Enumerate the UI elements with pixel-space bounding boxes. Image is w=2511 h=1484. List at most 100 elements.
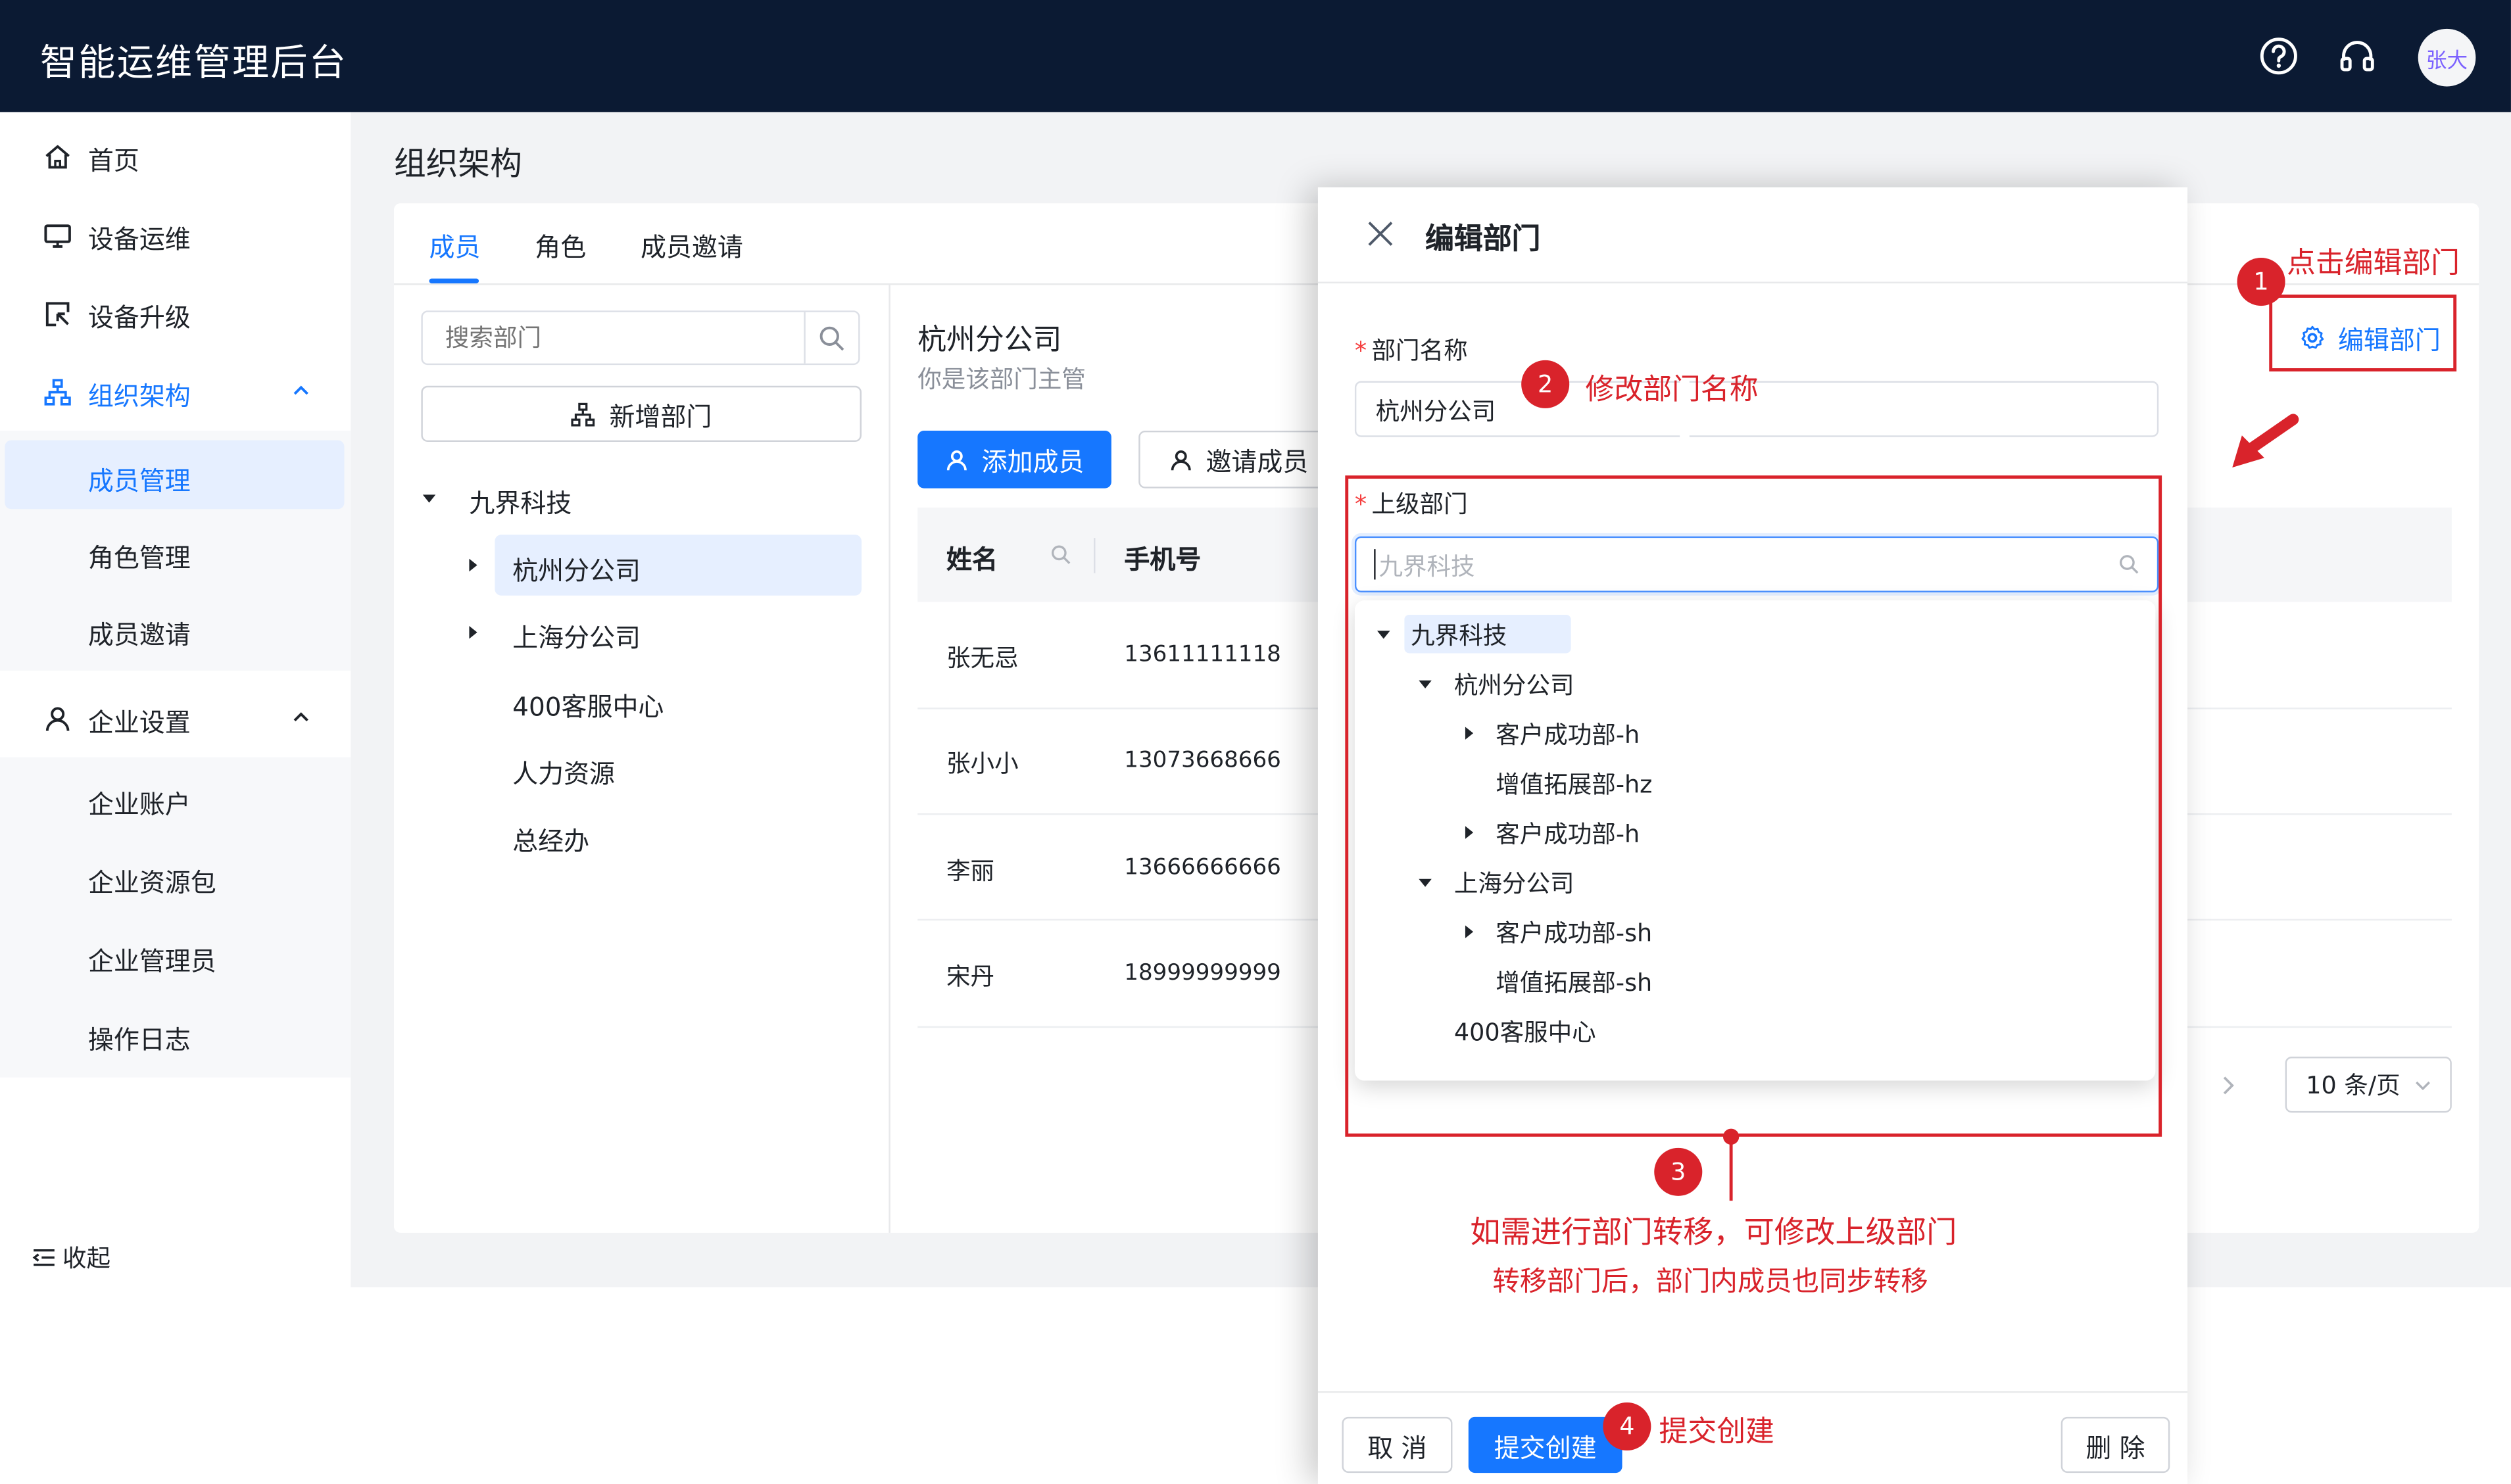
sidebar-item-enterprise-account[interactable]: 企业账户	[0, 762, 351, 839]
sidebar-item-label: 设备升级	[87, 302, 191, 333]
add-member-button[interactable]: 添加成员	[917, 430, 1111, 489]
sidebar-item-label: 首页	[87, 145, 139, 176]
annotation-arrow-icon	[2229, 413, 2299, 474]
annotation-text: 如需进行部门转移，可修改上级部门	[1470, 1215, 1957, 1251]
member-name: 张小小	[946, 749, 1019, 778]
sidebar-item-label: 企业资源包	[87, 867, 216, 898]
help-circle-icon[interactable]	[2258, 36, 2299, 77]
collapse-label: 收起	[62, 1243, 111, 1273]
tree-node-root[interactable]: 九界科技	[469, 482, 572, 520]
org-chart-icon	[571, 401, 597, 427]
monitor-icon	[43, 221, 72, 250]
col-divider	[1094, 538, 1096, 573]
caret-down-icon[interactable]	[421, 490, 437, 506]
annotation-badge: 3	[1654, 1147, 1703, 1196]
headset-icon[interactable]	[2337, 36, 2378, 77]
member-phone: 18999999999	[1124, 960, 1281, 986]
search-divider	[804, 312, 806, 364]
tree-node-shanghai[interactable]: 上海分公司	[512, 616, 641, 654]
member-phone: 13073668666	[1124, 748, 1281, 774]
cancel-button[interactable]: 取 消	[1342, 1416, 1453, 1473]
search-icon[interactable]	[818, 325, 845, 352]
annotation-highlight-box	[1345, 475, 2162, 1137]
sidebar-item-label: 企业管理员	[87, 946, 216, 977]
sidebar-item-label: 设备运维	[87, 224, 191, 255]
annotation-badge: 4	[1603, 1402, 1651, 1451]
sidebar-item-label: 成员邀请	[87, 619, 191, 650]
sidebar-item-device-upgrade[interactable]: 设备升级	[0, 274, 351, 350]
dept-heading: 杭州分公司	[917, 323, 1062, 357]
member-name: 张无忌	[946, 643, 1019, 673]
dept-search	[421, 310, 860, 366]
delete-button[interactable]: 删 除	[2060, 1416, 2170, 1473]
dept-search-input[interactable]	[442, 322, 801, 354]
drawer-header-divider	[1317, 281, 2188, 283]
user-icon	[945, 448, 969, 472]
edit-dept-button[interactable]: 编辑部门	[2300, 319, 2441, 357]
upgrade-icon	[43, 299, 72, 328]
close-icon[interactable]	[1366, 220, 1395, 249]
panel-divider	[889, 285, 890, 1233]
collapse-button[interactable]: 收起	[32, 1241, 110, 1274]
page-size-value: 10 条/页	[2306, 1070, 2401, 1100]
annotation-text: 提交创建	[1659, 1415, 1774, 1449]
invite-member-label: 邀请成员	[1206, 446, 1309, 477]
tree-node-service-center[interactable]: 400客服中心	[512, 685, 664, 723]
add-member-label: 添加成员	[981, 446, 1085, 477]
sidebar-item-resource-pack[interactable]: 企业资源包	[0, 840, 351, 917]
chevron-up-icon	[290, 706, 312, 729]
sidebar-item-org[interactable]: 组织架构	[0, 352, 351, 429]
annotation-badge: 2	[1521, 360, 1570, 408]
sidebar-item-label: 成员管理	[87, 466, 191, 496]
submit-button[interactable]: 提交创建	[1468, 1416, 1622, 1473]
search-icon[interactable]	[1050, 544, 1071, 565]
org-submenu: 成员管理 角色管理 成员邀请	[0, 430, 351, 671]
sidebar-item-member-invite[interactable]: 成员邀请	[0, 592, 351, 669]
col-header-name: 姓名	[946, 544, 998, 575]
sidebar-item-device-ops[interactable]: 设备运维	[0, 195, 351, 272]
tab-roles[interactable]: 角色	[535, 226, 586, 264]
chevron-up-icon	[290, 379, 312, 402]
chevron-right-icon[interactable]	[2220, 1074, 2239, 1097]
sidebar-item-enterprise[interactable]: 企业设置	[0, 679, 351, 755]
org-chart-icon	[43, 378, 72, 407]
page-size-select[interactable]: 10 条/页	[2285, 1057, 2452, 1113]
sidebar-item-role-mgmt[interactable]: 角色管理	[0, 515, 351, 592]
sidebar: 首页 设备运维 设备升级 组织架构 成员管理 角色管理 成员邀请 企业设置 企业…	[0, 112, 351, 1484]
sidebar-item-home[interactable]: 首页	[0, 117, 351, 194]
avatar[interactable]: 张大	[2418, 28, 2476, 87]
col-header-phone: 手机号	[1124, 544, 1202, 575]
annotation-text: 点击编辑部门	[2287, 246, 2460, 281]
edit-dept-label: 编辑部门	[2337, 325, 2441, 356]
tree-node-hangzhou[interactable]: 杭州分公司	[512, 549, 641, 587]
invite-member-button[interactable]: 邀请成员	[1138, 430, 1339, 489]
user-icon	[1169, 448, 1193, 472]
home-icon	[43, 143, 72, 172]
tree-node-hr[interactable]: 人力资源	[512, 752, 615, 790]
sidebar-item-label: 企业设置	[87, 707, 191, 738]
add-dept-label: 新增部门	[609, 400, 712, 432]
app-title: 智能运维管理后台	[39, 43, 348, 85]
annotation-dot	[1722, 1128, 1740, 1145]
dept-note: 你是该部门主管	[917, 365, 1086, 394]
top-bar	[0, 0, 2511, 112]
tab-members[interactable]: 成员	[429, 226, 481, 264]
sidebar-item-label: 操作日志	[87, 1024, 191, 1055]
member-phone: 13611111118	[1124, 642, 1281, 668]
caret-right-icon[interactable]	[464, 625, 480, 640]
member-phone: 13666666666	[1124, 855, 1281, 881]
dept-name-label: * 部门名称	[1354, 336, 1468, 366]
gear-icon	[2300, 325, 2326, 350]
sidebar-item-operation-log[interactable]: 操作日志	[0, 997, 351, 1074]
tree-node-gm-office[interactable]: 总经办	[512, 820, 589, 858]
tab-invites[interactable]: 成员邀请	[641, 226, 743, 264]
add-dept-button[interactable]: 新增部门	[421, 385, 862, 443]
chevron-down-icon	[2413, 1075, 2432, 1094]
caret-right-icon[interactable]	[464, 557, 480, 573]
sidebar-item-label: 组织架构	[87, 381, 191, 412]
member-name: 李丽	[946, 856, 995, 886]
sidebar-item-member-mgmt[interactable]: 成员管理	[0, 439, 351, 515]
sidebar-item-enterprise-admin[interactable]: 企业管理员	[0, 919, 351, 996]
dept-name-value: 杭州分公司	[1375, 396, 1496, 426]
annotation-text: 修改部门名称	[1585, 373, 1759, 407]
